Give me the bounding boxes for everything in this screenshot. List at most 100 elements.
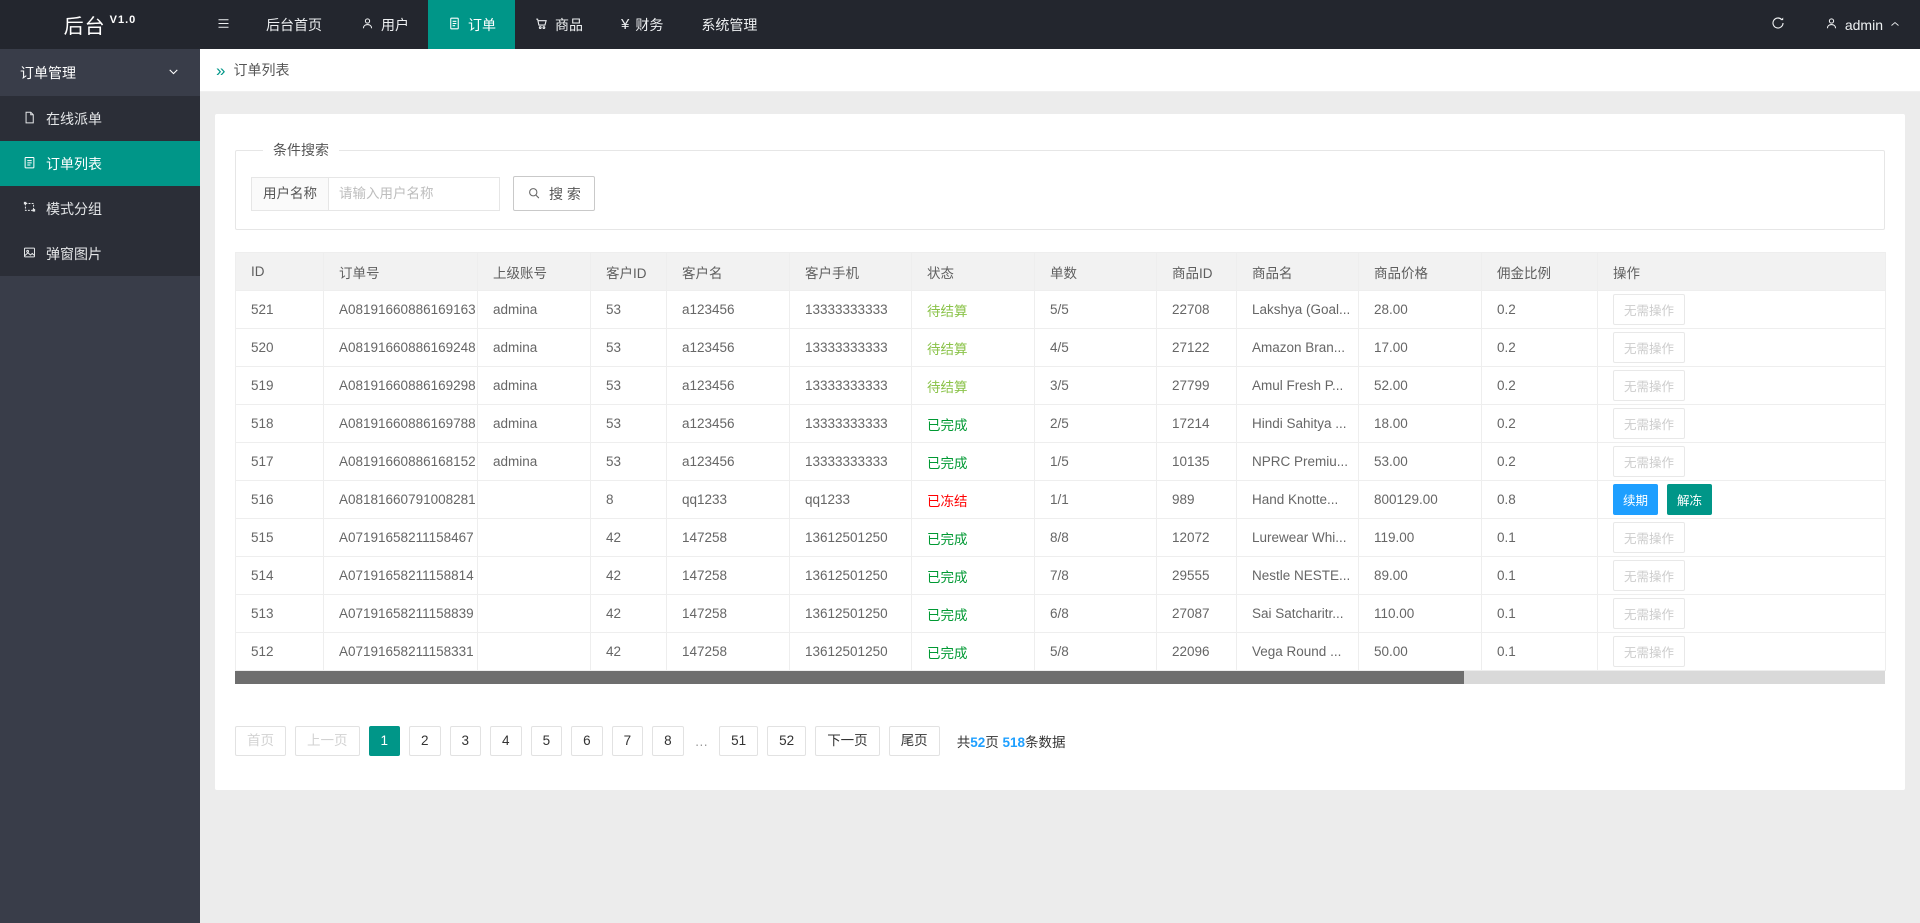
cell-product-id: 22708 <box>1157 291 1237 329</box>
refresh-button[interactable] <box>1751 0 1805 49</box>
sidebar-submenu: 在线派单 订单列表 模式分组 弹窗图片 <box>0 96 200 276</box>
table-row: 520A08191660886169248admina53a1234561333… <box>236 329 1886 367</box>
renew-button[interactable]: 续期 <box>1613 484 1658 515</box>
cell-id: 519 <box>236 367 324 405</box>
status-badge: 已完成 <box>927 608 968 623</box>
sidebar-group-order-management[interactable]: 订单管理 <box>0 49 200 96</box>
username-search-input[interactable] <box>328 177 500 211</box>
order-list-icon <box>22 155 37 173</box>
table-row: 515A071916582111584674214725813612501250… <box>236 519 1886 557</box>
cell-actions: 无需操作 <box>1598 595 1886 633</box>
cell-customer-name: 147258 <box>667 519 790 557</box>
cell-id: 521 <box>236 291 324 329</box>
page-button-5[interactable]: 5 <box>531 726 563 756</box>
sidebar-item-online-dispatch[interactable]: 在线派单 <box>0 96 200 141</box>
cell-status: 待结算 <box>912 291 1035 329</box>
nav-item-users[interactable]: 用户 <box>341 0 428 49</box>
cell-customer-name: a123456 <box>667 367 790 405</box>
cell-price: 110.00 <box>1359 595 1482 633</box>
nav-item-system[interactable]: 系统管理 <box>682 0 776 49</box>
nav-menu: 后台首页 用户 订单 商品 ¥ 财务 系统管理 <box>200 0 776 49</box>
sidebar-item-order-list[interactable]: 订单列表 <box>0 141 200 186</box>
page-button-7[interactable]: 7 <box>612 726 644 756</box>
last-page-button[interactable]: 尾页 <box>889 726 940 756</box>
page-button-2[interactable]: 2 <box>409 726 441 756</box>
user-menu[interactable]: admin <box>1805 0 1920 49</box>
cell-id: 517 <box>236 443 324 481</box>
cell-status: 待结算 <box>912 329 1035 367</box>
horizontal-scrollbar[interactable] <box>235 671 1885 684</box>
column-header: 上级账号 <box>478 253 591 291</box>
nav-item-finance[interactable]: ¥ 财务 <box>602 0 682 49</box>
page-button-52[interactable]: 52 <box>767 726 806 756</box>
next-page-button[interactable]: 下一页 <box>815 726 880 756</box>
cell-id: 512 <box>236 633 324 671</box>
cell-commission: 0.8 <box>1482 481 1598 519</box>
cell-order-no: A07191658211158814 <box>324 557 478 595</box>
cell-price: 50.00 <box>1359 633 1482 671</box>
nav-item-orders[interactable]: 订单 <box>428 0 515 49</box>
column-header: 客户名 <box>667 253 790 291</box>
cell-parent <box>478 595 591 633</box>
app-version: V1.0 <box>110 14 137 26</box>
cell-customer-phone: 13612501250 <box>790 633 912 671</box>
cell-order-no: A07191658211158839 <box>324 595 478 633</box>
page-button-6[interactable]: 6 <box>571 726 603 756</box>
username-field-label: 用户名称 <box>251 177 329 211</box>
cell-customer-id: 42 <box>591 557 667 595</box>
cell-product-id: 27122 <box>1157 329 1237 367</box>
page-button-51[interactable]: 51 <box>719 726 758 756</box>
cell-customer-name: 147258 <box>667 595 790 633</box>
cell-product-id: 12072 <box>1157 519 1237 557</box>
cart-icon <box>534 16 549 34</box>
cell-customer-phone: 13333333333 <box>790 405 912 443</box>
sidebar-item-mode-group[interactable]: 模式分组 <box>0 186 200 231</box>
cell-price: 52.00 <box>1359 367 1482 405</box>
nav-item-products[interactable]: 商品 <box>515 0 602 49</box>
cell-order-no: A07191658211158467 <box>324 519 478 557</box>
cell-customer-phone: qq1233 <box>790 481 912 519</box>
group-icon <box>22 200 37 218</box>
collapse-menu-button[interactable] <box>200 0 247 49</box>
search-button[interactable]: 搜 索 <box>513 176 595 211</box>
status-badge: 已完成 <box>927 570 968 585</box>
cell-price: 89.00 <box>1359 557 1482 595</box>
cell-order-no: A08191660886168152 <box>324 443 478 481</box>
page-button-3[interactable]: 3 <box>450 726 482 756</box>
search-icon <box>527 186 542 201</box>
table-header-row: ID订单号上级账号客户ID客户名客户手机状态单数商品ID商品名商品价格佣金比例操… <box>236 253 1886 291</box>
no-action-button: 无需操作 <box>1613 636 1685 667</box>
cell-actions: 无需操作 <box>1598 519 1886 557</box>
cell-parent <box>478 519 591 557</box>
cell-status: 已完成 <box>912 405 1035 443</box>
scrollbar-thumb[interactable] <box>235 671 1464 684</box>
no-action-button: 无需操作 <box>1613 560 1685 591</box>
cell-actions: 无需操作 <box>1598 443 1886 481</box>
unfreeze-button[interactable]: 解冻 <box>1667 484 1712 515</box>
cell-customer-phone: 13333333333 <box>790 443 912 481</box>
cell-parent: admina <box>478 367 591 405</box>
content-card: 条件搜索 用户名称 搜 索 ID订单号上级账号客户ID客户名客户手机状态单数商品… <box>215 114 1905 790</box>
sidebar-item-popup-image[interactable]: 弹窗图片 <box>0 231 200 276</box>
nav-item-home[interactable]: 后台首页 <box>247 0 341 49</box>
status-badge: 已完成 <box>927 456 968 471</box>
no-action-button: 无需操作 <box>1613 598 1685 629</box>
cell-parent: admina <box>478 405 591 443</box>
search-row: 用户名称 搜 索 <box>251 176 1869 211</box>
page-button-4[interactable]: 4 <box>490 726 522 756</box>
page-button-1[interactable]: 1 <box>369 726 401 756</box>
page-button-8[interactable]: 8 <box>652 726 684 756</box>
cell-count: 1/5 <box>1035 443 1157 481</box>
cell-product-name: Sai Satcharitr... <box>1237 595 1359 633</box>
table-row: 517A08191660886168152admina53a1234561333… <box>236 443 1886 481</box>
cell-price: 28.00 <box>1359 291 1482 329</box>
cell-count: 5/5 <box>1035 291 1157 329</box>
cell-count: 1/1 <box>1035 481 1157 519</box>
navbar-right: admin <box>1751 0 1920 49</box>
app-logo: 后台 V1.0 <box>0 0 200 49</box>
column-header: ID <box>236 253 324 291</box>
cell-customer-id: 53 <box>591 367 667 405</box>
cell-product-name: Amazon Bran... <box>1237 329 1359 367</box>
cell-parent <box>478 633 591 671</box>
no-action-button: 无需操作 <box>1613 446 1685 477</box>
